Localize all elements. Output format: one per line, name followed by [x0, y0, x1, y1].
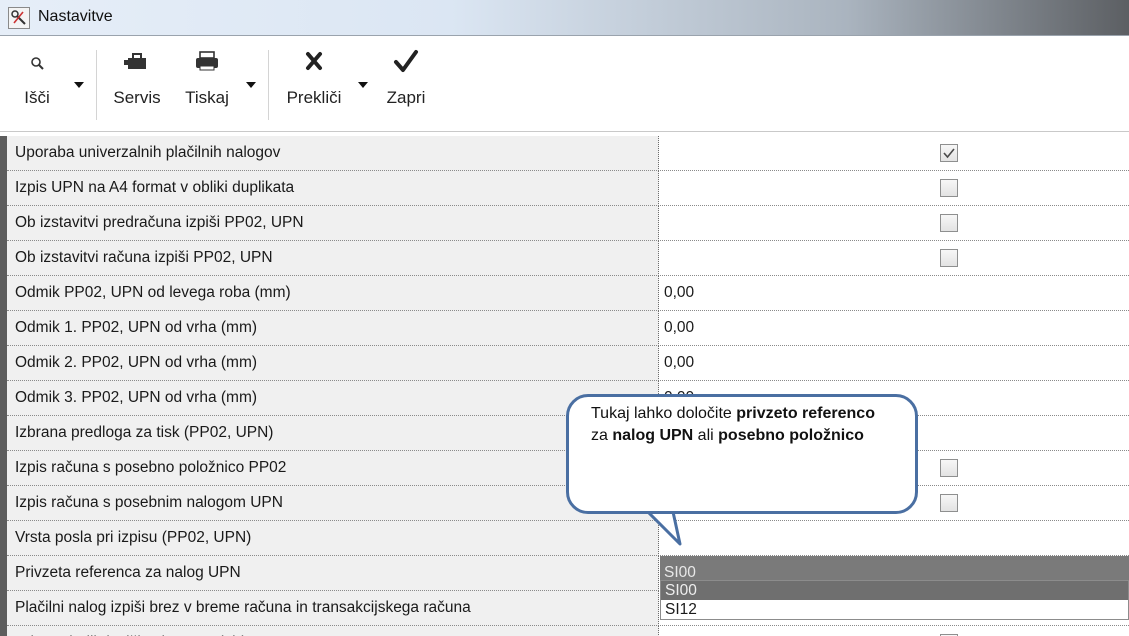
reference-dropdown-list[interactable]: SI00 SI12 — [660, 580, 1129, 620]
setting-label: Uporaba univerzalnih plačilnih nalogov — [7, 136, 659, 171]
callout-text-2: privzeto referenco — [736, 405, 875, 422]
callout-text-5: ali — [693, 427, 719, 444]
setting-value-cell[interactable] — [660, 171, 1129, 206]
callout-text-3: za — [591, 427, 613, 444]
setting-value-cell[interactable] — [660, 626, 1129, 636]
checkmark-icon — [378, 46, 434, 82]
setting-value-cell[interactable] — [660, 241, 1129, 276]
setting-label: Odmik PP02, UPN od levega roba (mm) — [7, 276, 659, 311]
setting-value-field[interactable]: 0,00 — [660, 276, 1129, 311]
settings-row[interactable]: Ob izstavitvi računa izpiši PP02, UPN — [0, 241, 1129, 276]
toolbar-separator — [96, 50, 97, 120]
settings-window-icon — [8, 7, 30, 29]
setting-value-field[interactable] — [660, 521, 1129, 556]
checkbox-unchecked[interactable] — [940, 179, 958, 197]
setting-label: Izpis računa s posebno položnico PP02 — [7, 451, 659, 486]
callout-text-1: Tukaj lahko določite — [591, 405, 737, 422]
search-button[interactable]: Išči — [10, 46, 64, 126]
print-button[interactable]: Tiskaj — [178, 46, 236, 126]
settings-row[interactable]: Odmik 3. PP02, UPN od vrha (mm)0,00 — [0, 381, 1129, 416]
checkbox-checked[interactable] — [940, 144, 958, 162]
setting-value-field[interactable]: 0,00 — [660, 311, 1129, 346]
settings-row[interactable]: Izpis računa s posebnim nalogom UPN — [0, 486, 1129, 521]
settings-row[interactable]: Uporaba univerzalnih plačilnih nalogov — [0, 136, 1129, 171]
checkbox-unchecked[interactable] — [940, 494, 958, 512]
window-title: Nastavitve — [38, 8, 113, 25]
cross-icon — [278, 46, 350, 82]
setting-label: Odmik 3. PP02, UPN od vrha (mm) — [7, 381, 659, 416]
dropdown-option[interactable]: SI00 — [661, 581, 1128, 600]
settings-row[interactable]: Pri pregledih izpiši zahtevano izbiro — [0, 626, 1129, 636]
setting-label: Izpis računa s posebnim nalogom UPN — [7, 486, 659, 521]
print-button-label: Tiskaj — [185, 88, 229, 107]
toolbar-separator — [268, 50, 269, 120]
setting-label: Vrsta posla pri izpisu (PP02, UPN) — [7, 521, 659, 556]
settings-row[interactable]: Izpis računa s posebno položnico PP02 — [0, 451, 1129, 486]
setting-value-field[interactable]: 0,00 — [660, 346, 1129, 381]
settings-grid: Uporaba univerzalnih plačilnih nalogov Iz… — [0, 136, 1129, 636]
cancel-button-label: Prekliči — [286, 88, 342, 107]
settings-row[interactable]: Vrsta posla pri izpisu (PP02, UPN) — [0, 521, 1129, 556]
cancel-dropdown-arrow[interactable] — [356, 78, 370, 92]
setting-label: Odmik 2. PP02, UPN od vrha (mm) — [7, 346, 659, 381]
toolbar: Išči Servis Tiskaj Prekliči Zapri — [0, 36, 1129, 132]
checkbox-unchecked[interactable] — [940, 249, 958, 267]
setting-label: Izpis UPN na A4 format v obliki duplikat… — [7, 171, 659, 206]
search-icon — [10, 46, 64, 82]
settings-row[interactable]: Ob izstavitvi predračuna izpiši PP02, UP… — [0, 206, 1129, 241]
help-callout: Tukaj lahko določite privzeto referenco … — [566, 394, 918, 514]
search-dropdown-arrow[interactable] — [72, 78, 86, 92]
print-dropdown-arrow[interactable] — [244, 78, 258, 92]
setting-value-cell[interactable] — [660, 206, 1129, 241]
printer-icon — [178, 46, 236, 82]
checkbox-unchecked[interactable] — [940, 214, 958, 232]
cancel-button[interactable]: Prekliči — [278, 46, 350, 126]
setting-label: Pri pregledih izpiši zahtevano izbiro — [7, 626, 659, 636]
settings-row[interactable]: Odmik 2. PP02, UPN od vrha (mm) 0,00 — [0, 346, 1129, 381]
setting-label: Plačilni nalog izpiši brez v breme račun… — [7, 591, 659, 626]
setting-label: Privzeta referenca za nalog UPN — [7, 556, 659, 591]
settings-row[interactable]: Izbrana predloga za tisk (PP02, UPN) — [0, 416, 1129, 451]
setting-label: Odmik 1. PP02, UPN od vrha (mm) — [7, 311, 659, 346]
service-button-label: Servis — [113, 88, 161, 107]
setting-value-cell[interactable] — [660, 136, 1129, 171]
toolbox-icon — [106, 46, 168, 82]
checkmark-icon — [943, 148, 955, 159]
callout-text-6: posebno položnico — [718, 427, 864, 444]
setting-label: Izbrana predloga za tisk (PP02, UPN) — [7, 416, 659, 451]
checkbox-unchecked[interactable] — [940, 459, 958, 477]
settings-row[interactable]: Odmik PP02, UPN od levega roba (mm) 0,00 — [0, 276, 1129, 311]
callout-text-4: nalog UPN — [612, 427, 694, 444]
search-button-label: Išči — [24, 88, 50, 107]
settings-row[interactable]: Odmik 1. PP02, UPN od vrha (mm) 0,00 — [0, 311, 1129, 346]
close-button[interactable]: Zapri — [378, 46, 434, 126]
setting-label: Ob izstavitvi predračuna izpiši PP02, UP… — [7, 206, 659, 241]
window-titlebar: Nastavitve — [0, 0, 1129, 36]
settings-row[interactable]: Izpis UPN na A4 format v obliki duplikat… — [0, 171, 1129, 206]
setting-label: Ob izstavitvi računa izpiši PP02, UPN — [7, 241, 659, 276]
dropdown-option[interactable]: SI12 — [661, 600, 1128, 619]
service-button[interactable]: Servis — [106, 46, 168, 126]
close-button-label: Zapri — [386, 88, 426, 107]
